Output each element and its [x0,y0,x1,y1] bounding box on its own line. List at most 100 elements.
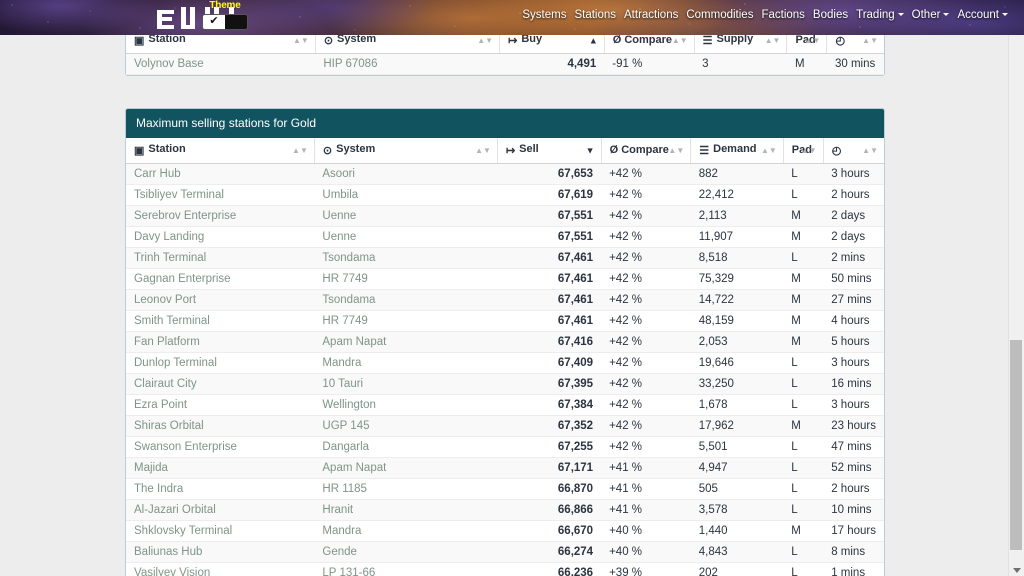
table-row[interactable]: Volynov Base HIP 67086 4,491 -91 % 3 M 3… [126,53,884,75]
system-link[interactable]: UGP 145 [322,420,369,432]
system-link[interactable]: Wellington [322,399,376,411]
station-link[interactable]: Trinh Terminal [134,252,206,264]
table-row[interactable]: Vasilyev Vision LP 131-66 66,236 +39 % 202 L 1… [126,562,884,576]
vertical-scrollbar[interactable] [1008,35,1024,576]
nav-item-bodies[interactable]: Bodies [809,9,852,21]
table-row[interactable]: Ezra Point Wellington 67,384 +42 % 1,678 L 3 h… [126,394,884,416]
column-header-buy[interactable]: ↦ Buy ▲ [499,35,605,54]
station-link[interactable]: Davy Landing [134,231,204,243]
column-header-supply[interactable]: ☰ Supply ▲▼ [694,35,788,54]
nav-item-systems[interactable]: Systems [518,9,570,21]
station-link[interactable]: Ezra Point [134,399,187,411]
system-link[interactable]: Gende [322,546,357,558]
column-header-pad[interactable]: Pad ▲▼ [786,35,828,54]
station-link[interactable]: Clairaut City [134,378,197,390]
system-link[interactable]: HIP 67086 [323,58,377,70]
theme-toggle[interactable]: ✔ [202,13,248,30]
column-header-compare[interactable]: Ø Compare ▲▼ [604,35,695,54]
system-link[interactable]: 10 Tauri [322,378,363,390]
sort-indicator[interactable]: ▲▼ [477,36,493,45]
station-link[interactable]: Tsibliyev Terminal [134,189,224,201]
table-row[interactable]: Serebrov Enterprise Uenne 67,551 +42 % 2,113… [126,205,884,227]
column-header-station[interactable]: ▣ Station ▲▼ [126,138,315,164]
station-link[interactable]: Baliunas Hub [134,546,202,558]
table-row[interactable]: Carr Hub Asoori 67,653 +42 % 882 L 3 hours [126,163,884,185]
system-link[interactable]: HR 1185 [322,483,367,495]
station-link[interactable]: Shiras Orbital [134,420,204,432]
nav-item-account[interactable]: Account [953,9,1012,21]
table-row[interactable]: Gagnan Enterprise HR 7749 67,461 +42 % 75,32… [126,268,884,290]
station-link[interactable]: Vasilyev Vision [134,567,210,576]
system-link[interactable]: Tsondama [322,252,375,264]
nav-item-trading[interactable]: Trading [852,9,908,21]
theme-toggle-checkmark-icon[interactable]: ✔ [203,14,225,29]
column-header-compare[interactable]: Ø Compare ▲▼ [601,138,692,164]
system-link[interactable]: Umbila [322,189,358,201]
system-link[interactable]: Uenne [322,210,356,222]
system-link[interactable]: Apam Napat [322,336,386,348]
sort-indicator[interactable]: ▲▼ [862,36,878,45]
station-link[interactable]: Volynov Base [134,58,204,70]
station-link[interactable]: Leonov Port [134,294,196,306]
system-link[interactable]: Mandra [322,525,361,537]
system-link[interactable]: HR 7749 [322,273,367,285]
sort-indicator[interactable]: ▲▼ [475,146,491,155]
station-link[interactable]: Swanson Enterprise [134,441,237,453]
sort-indicator[interactable]: ▲▼ [292,146,308,155]
sort-indicator[interactable]: ▲▼ [801,146,817,155]
theme-toggle-dark-swatch[interactable] [225,14,247,29]
table-row[interactable]: Tsibliyev Terminal Umbila 67,619 +42 % 22,41… [126,184,884,206]
station-link[interactable]: The Indra [134,483,183,495]
nav-item-stations[interactable]: Stations [570,9,620,21]
table-row[interactable]: Shiras Orbital UGP 145 67,352 +42 % 17,962 M 2… [126,415,884,437]
nav-item-commodities[interactable]: Commodities [682,9,757,21]
sort-indicator[interactable]: ▲▼ [805,36,821,45]
system-link[interactable]: Asoori [322,168,355,180]
system-link[interactable]: Hranit [322,504,353,516]
table-row[interactable]: Swanson Enterprise Dangarla 67,255 +42 % 5,5… [126,436,884,458]
station-link[interactable]: Fan Platform [134,336,200,348]
column-header-pad[interactable]: Pad ▲▼ [783,138,824,164]
table-row[interactable]: Davy Landing Uenne 67,551 +42 % 11,907 M 2 day… [126,226,884,248]
sort-indicator-asc[interactable]: ▲ [589,36,598,45]
nav-item-factions[interactable]: Factions [757,9,808,21]
station-link[interactable]: Serebrov Enterprise [134,210,236,222]
column-header-system[interactable]: ⊙ System ▲▼ [314,138,498,164]
station-link[interactable]: Gagnan Enterprise [134,273,231,285]
column-header-demand[interactable]: ☰ Demand ▲▼ [690,138,784,164]
station-link[interactable]: Smith Terminal [134,315,210,327]
column-header-sell[interactable]: ↦ Sell ▼ [497,138,602,164]
station-link[interactable]: Carr Hub [134,168,181,180]
table-row[interactable]: Dunlop Terminal Mandra 67,409 +42 % 19,646 L 3… [126,352,884,374]
table-row[interactable]: Majida Apam Napat 67,171 +41 % 4,947 L 52 mins [126,457,884,479]
system-link[interactable]: Apam Napat [322,462,386,474]
sort-indicator[interactable]: ▲▼ [765,36,781,45]
column-header-age[interactable]: ◴ ▲▼ [823,138,884,164]
system-link[interactable]: Mandra [322,357,361,369]
table-row[interactable]: Leonov Port Tsondama 67,461 +42 % 14,722 M 27 … [126,289,884,311]
system-link[interactable]: HR 7749 [322,315,367,327]
sort-indicator-desc[interactable]: ▼ [586,146,595,155]
nav-item-other[interactable]: Other [908,9,954,21]
sort-indicator[interactable]: ▲▼ [672,36,688,45]
sort-indicator[interactable]: ▲▼ [761,146,777,155]
scrollbar-thumb[interactable] [1010,340,1022,550]
system-link[interactable]: Uenne [322,231,356,243]
table-row[interactable]: Al-Jazari Orbital Hranit 66,866 +41 % 3,578 L… [126,499,884,521]
station-link[interactable]: Dunlop Terminal [134,357,217,369]
table-row[interactable]: Shklovsky Terminal Mandra 66,670 +40 % 1,440… [126,520,884,542]
station-link[interactable]: Shklovsky Terminal [134,525,232,537]
column-header-age[interactable]: ◴ ▲▼ [826,35,884,54]
table-row[interactable]: Trinh Terminal Tsondama 67,461 +42 % 8,518 L 2… [126,247,884,269]
scroll-down-arrow-icon[interactable] [1013,568,1021,573]
sort-indicator[interactable]: ▲▼ [293,36,309,45]
nav-item-attractions[interactable]: Attractions [620,9,682,21]
sort-indicator[interactable]: ▲▼ [862,146,878,155]
table-row[interactable]: Clairaut City 10 Tauri 67,395 +42 % 33,250 L 1… [126,373,884,395]
sort-indicator[interactable]: ▲▼ [668,146,684,155]
column-header-system[interactable]: ⊙ System ▲▼ [315,35,501,54]
table-row[interactable]: Smith Terminal HR 7749 67,461 +42 % 48,159 M 4… [126,310,884,332]
table-row[interactable]: The Indra HR 1185 66,870 +41 % 505 L 2 hours [126,478,884,500]
system-link[interactable]: LP 131-66 [322,567,375,576]
theme-switch-group[interactable]: Theme ✔ [197,0,253,30]
